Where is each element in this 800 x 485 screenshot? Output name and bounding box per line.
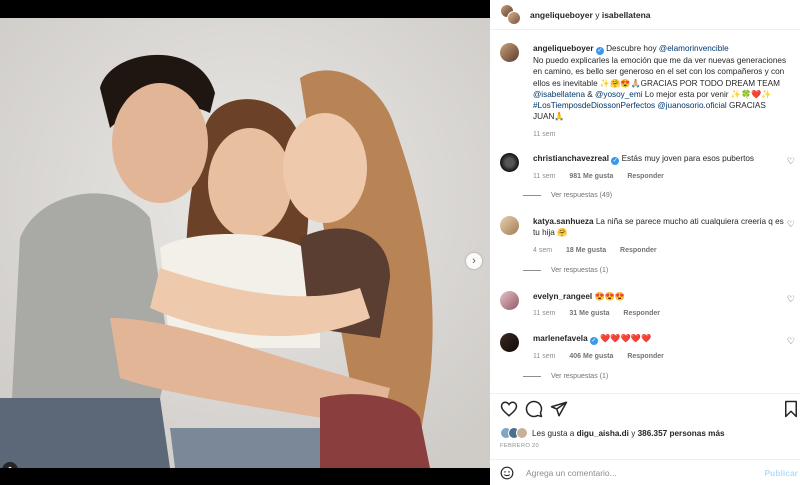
verified-icon: ✓: [589, 337, 598, 345]
likes-join: y: [631, 428, 636, 438]
view-replies-button[interactable]: Ver respuestas (1): [523, 373, 608, 380]
next-image-button[interactable]: ›: [466, 253, 482, 269]
post-date[interactable]: FEBRERO 20: [500, 443, 539, 449]
comment-composer: Publicar: [490, 459, 800, 485]
timestamp[interactable]: 11 sem: [533, 173, 555, 180]
post-image[interactable]: ›: [0, 18, 490, 468]
top-letterbox: [0, 0, 490, 18]
heart-icon[interactable]: ♡: [787, 219, 795, 230]
verified-icon: ✓: [595, 47, 604, 55]
mention-link[interactable]: @juanosorio.oficial: [657, 101, 726, 110]
reply-button[interactable]: Responder: [627, 353, 664, 360]
comment-likes[interactable]: 981 Me gusta: [569, 173, 613, 180]
comment-text: ❤️❤️❤️❤️❤️: [600, 334, 652, 343]
reply-button[interactable]: Responder: [627, 173, 664, 180]
caption-meta: 11 sem: [533, 129, 788, 140]
chevron-right-icon: ›: [472, 255, 476, 267]
bookmark-icon[interactable]: [782, 400, 800, 418]
timestamp[interactable]: 11 sem: [533, 310, 555, 317]
mention-link[interactable]: @isabellatena: [533, 90, 585, 99]
comment-meta: 11 sem 981 Me gusta Responder: [533, 171, 788, 182]
likes-prefix: Les gusta a: [532, 428, 575, 438]
instagram-post-viewer: › angeliqueboyer y isabellatena angeliqu…: [0, 0, 800, 485]
caption-text: Lo mejor esta por venir ✨🍀❤️✨: [644, 89, 772, 99]
avatar[interactable]: [500, 43, 519, 62]
divider: [523, 195, 541, 196]
timestamp[interactable]: 11 sem: [533, 353, 555, 360]
avatar: [507, 10, 521, 25]
heart-icon[interactable]: ♡: [787, 294, 795, 305]
caption-username[interactable]: angeliqueboyer: [533, 44, 594, 53]
post-header: angeliqueboyer y isabellatena: [490, 0, 800, 30]
mention-link[interactable]: @elamorinvencible: [659, 44, 729, 53]
post-sidebar: angeliqueboyer y isabellatena angeliqueb…: [490, 0, 800, 485]
comments-scroll[interactable]: angeliqueboyer ✓ Descubre hoy @elamorinv…: [490, 31, 800, 391]
verified-icon: ✓: [611, 157, 620, 165]
bottom-letterbox: [0, 468, 490, 485]
photo-illustration: [0, 18, 490, 468]
heart-icon[interactable]: ♡: [787, 156, 795, 167]
comment-likes[interactable]: 31 Me gusta: [569, 310, 609, 317]
comment-meta: 4 sem 18 Me gusta Responder: [533, 245, 788, 256]
collab-avatars[interactable]: [500, 3, 522, 26]
view-replies-button[interactable]: Ver respuestas (1): [523, 267, 608, 274]
comment-likes[interactable]: 18 Me gusta: [566, 247, 606, 254]
comment-input[interactable]: [526, 467, 746, 478]
liker-avatars: [500, 427, 528, 439]
reply-button[interactable]: Responder: [620, 247, 657, 254]
avatar[interactable]: [500, 333, 519, 352]
send-icon[interactable]: [550, 400, 568, 418]
comment-icon[interactable]: [525, 400, 543, 418]
caption-text: &: [587, 89, 593, 99]
comment-meta: 11 sem 31 Me gusta Responder: [533, 308, 788, 319]
timestamp[interactable]: 11 sem: [533, 131, 555, 138]
liker-username[interactable]: digu_aisha.di: [577, 429, 629, 438]
comment-text: Estás muy joven para esos pubertos: [621, 154, 755, 163]
likes-count[interactable]: 386.357 personas más: [638, 429, 725, 438]
emoji-icon[interactable]: [500, 466, 514, 480]
avatar[interactable]: [500, 153, 519, 172]
divider: [523, 376, 541, 377]
publish-button[interactable]: Publicar: [764, 468, 798, 478]
authors-join: y: [595, 9, 600, 20]
likes-summary[interactable]: Les gusta a digu_aisha.di y 386.357 pers…: [500, 427, 725, 439]
comment-username[interactable]: christianchavezreal: [533, 154, 609, 163]
heart-icon[interactable]: [500, 400, 518, 418]
coauthor-username[interactable]: isabellatena: [602, 10, 651, 20]
comment-text: 😍😍😍: [594, 292, 626, 301]
comment-username[interactable]: marlenefavela: [533, 334, 588, 343]
comment-username[interactable]: evelyn_rangeel: [533, 292, 592, 301]
divider: [523, 270, 541, 271]
avatar: [516, 427, 528, 439]
caption-text: No puedo explicarles la emoción que me d…: [533, 56, 787, 88]
avatar[interactable]: [500, 216, 519, 235]
action-bar: [490, 393, 800, 423]
author-username[interactable]: angeliqueboyer: [530, 10, 593, 20]
timestamp[interactable]: 4 sem: [533, 247, 552, 254]
comment-username[interactable]: katya.sanhueza: [533, 217, 594, 226]
view-replies-label: Ver respuestas (1): [551, 267, 609, 274]
view-replies-label: Ver respuestas (49): [551, 192, 613, 199]
mention-link[interactable]: @yosoy_emi: [595, 90, 642, 99]
view-replies-button[interactable]: Ver respuestas (49): [523, 192, 612, 199]
view-replies-label: Ver respuestas (1): [551, 373, 609, 380]
hashtag-link[interactable]: #LosTiemposdeDiossonPerfectos: [533, 101, 655, 110]
post-authors: angeliqueboyer y isabellatena: [530, 10, 651, 20]
comment-likes[interactable]: 406 Me gusta: [569, 353, 613, 360]
avatar[interactable]: [500, 291, 519, 310]
heart-icon[interactable]: ♡: [787, 336, 795, 347]
reply-button[interactable]: Responder: [623, 310, 660, 317]
caption-text: Descubre hoy: [606, 44, 657, 53]
comment-meta: 11 sem 406 Me gusta Responder: [533, 351, 788, 362]
